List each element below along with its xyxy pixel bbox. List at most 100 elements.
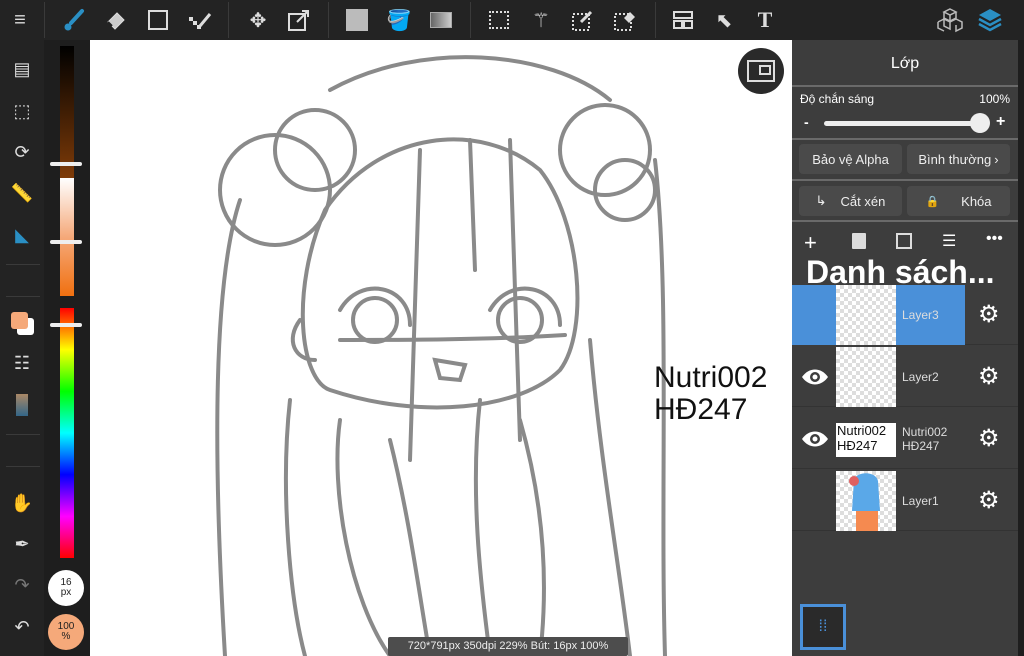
layer-name: Layer2 <box>902 370 939 384</box>
layer-thumbnail <box>836 285 896 345</box>
layer-row-layer3[interactable]: Layer3 ⚙ <box>792 285 1018 345</box>
redo-icon[interactable]: ↷ <box>6 570 38 600</box>
add-layer-icon[interactable]: + <box>804 230 817 256</box>
select-cursor-icon[interactable]: ⬉ <box>708 4 740 36</box>
color-blend-icon[interactable] <box>6 390 38 420</box>
layer-thumbnail: Nutri002 HĐ247 <box>836 423 896 457</box>
text-icon[interactable]: T <box>749 4 781 36</box>
brush-opacity-button[interactable]: 100% <box>48 614 84 650</box>
gear-icon[interactable]: ⚙ <box>978 489 1000 513</box>
transform-icon[interactable] <box>283 4 315 36</box>
brush-size-button[interactable]: 16 px <box>48 570 84 606</box>
more-icon[interactable]: ••• <box>986 230 1003 248</box>
select-pen-icon[interactable] <box>567 4 599 36</box>
lock-button[interactable]: 🔒 Khóa <box>907 186 1010 216</box>
undo-icon[interactable]: ↶ <box>6 612 38 642</box>
thumb-text: Nutri002 <box>837 423 887 438</box>
slider-knob[interactable] <box>50 162 82 166</box>
watermark-line1: Nutri002 <box>654 361 768 394</box>
divider <box>792 138 1018 140</box>
layer-row-layer1[interactable]: Layer1 ⚙ <box>792 471 1018 531</box>
selection-layer-icon[interactable]: ⬚ <box>6 96 38 126</box>
clipping-button[interactable]: ↳ Cắt xén <box>799 186 902 216</box>
eraser-icon[interactable] <box>100 4 132 36</box>
color-sliders: 16 px 100% <box>44 40 90 656</box>
delete-layer-icon[interactable] <box>852 233 866 249</box>
blend-mode-button[interactable]: Bình thường › <box>907 144 1010 174</box>
select-eraser-icon[interactable] <box>609 4 641 36</box>
layers-icon[interactable] <box>974 4 1006 36</box>
thumb-text: HĐ247 <box>837 438 878 453</box>
alpha-protect-button[interactable]: Bảo vệ Alpha <box>799 144 902 174</box>
divider <box>6 466 40 467</box>
watermark: Nutri002 HĐ247 <box>654 362 767 426</box>
drawing-canvas[interactable]: Nutri002 HĐ247 720*791px 350dpi 229% Bút:… <box>90 40 792 656</box>
gear-icon[interactable]: ⚙ <box>978 303 1000 327</box>
opacity-decrease[interactable]: - <box>804 114 809 130</box>
slider-knob[interactable] <box>50 323 82 327</box>
move-icon[interactable]: ✥ <box>242 4 274 36</box>
eyedropper-icon[interactable]: ✒ <box>6 529 38 559</box>
brush-icon[interactable] <box>58 4 90 36</box>
navigator-icon <box>747 60 775 82</box>
color-list-icon[interactable]: ☷ <box>6 348 38 378</box>
gradient-icon[interactable] <box>425 4 457 36</box>
import-image-icon[interactable] <box>896 233 912 249</box>
saturation-slider[interactable] <box>60 178 74 296</box>
bucket-icon[interactable]: 🪣 <box>383 4 415 36</box>
blend-mode-label: Bình thường <box>918 151 992 167</box>
layer-name: Nutri002 HĐ247 <box>902 425 948 453</box>
lock-icon: 🔒 <box>925 195 940 208</box>
opacity-increase[interactable]: + <box>996 113 1005 131</box>
lock-label: Khóa <box>961 193 992 209</box>
opacity-label: Độ chắn sáng <box>800 92 875 106</box>
select-rect-icon[interactable] <box>483 4 515 36</box>
hue-slider[interactable] <box>60 308 74 558</box>
divider <box>228 2 229 38</box>
stabilizer-icon[interactable]: ◣ <box>6 220 38 250</box>
eye-icon[interactable] <box>800 427 830 456</box>
eye-icon[interactable] <box>800 365 830 394</box>
layer-menu-button[interactable]: ⁞⁞ <box>800 604 846 650</box>
divider <box>792 179 1018 181</box>
panel-scrollbar[interactable] <box>1018 40 1024 656</box>
dot-pen-icon[interactable] <box>184 4 216 36</box>
menu-icon[interactable]: ≡ <box>4 4 36 36</box>
brush-opacity-unit: % <box>61 631 71 642</box>
gear-icon[interactable]: ⚙ <box>978 365 1000 389</box>
panel-title: Lớp <box>792 40 1018 87</box>
layer-list-icon[interactable]: ☰ <box>942 231 956 251</box>
layer-row-text[interactable]: Nutri002 HĐ247 Nutri002 HĐ247 ⚙ <box>792 409 1018 469</box>
color-swatch-icon[interactable] <box>6 308 38 338</box>
material-icon[interactable]: ▤ <box>6 54 38 84</box>
divider <box>44 2 45 38</box>
left-toolbar: ▤ ⬚ ⟳ 📏 ◣ ☷ ✋ ✒ ↷ ↶ <box>0 40 44 656</box>
status-bar: 720*791px 350dpi 229% Bút: 16px 100% <box>388 637 628 656</box>
divider <box>6 434 40 435</box>
opacity-slider-thumb[interactable] <box>970 113 990 133</box>
slider-knob[interactable] <box>50 240 82 244</box>
brush-size-unit: px <box>60 587 72 598</box>
shape-icon[interactable] <box>142 4 174 36</box>
gear-icon[interactable]: ⚙ <box>978 427 1000 451</box>
navigator-button[interactable] <box>738 48 784 94</box>
sketch-drawing <box>215 55 667 656</box>
magic-wand-icon[interactable]: ⚚ <box>525 4 557 36</box>
layout-icon[interactable] <box>667 4 699 36</box>
divider <box>655 2 656 38</box>
opacity-value: 100% <box>979 92 1010 106</box>
divider <box>792 220 1018 222</box>
layer-row-layer2[interactable]: Layer2 ⚙ <box>792 347 1018 407</box>
top-toolbar: ≡ ✥ 🪣 ⚚ ⬉ T <box>0 0 1024 40</box>
rotate-canvas-icon[interactable]: ⟳ <box>6 137 38 167</box>
divider <box>6 264 40 265</box>
chevron-right-icon: › <box>994 151 999 167</box>
fill-color-icon[interactable] <box>341 4 373 36</box>
layer-thumbnail <box>836 347 896 407</box>
layer-name: Layer1 <box>902 494 939 508</box>
ruler-icon[interactable]: 📏 <box>6 178 38 208</box>
3d-icon[interactable] <box>934 4 966 36</box>
hand-icon[interactable]: ✋ <box>6 488 38 518</box>
opacity-slider[interactable] <box>824 121 980 126</box>
divider <box>470 2 471 38</box>
